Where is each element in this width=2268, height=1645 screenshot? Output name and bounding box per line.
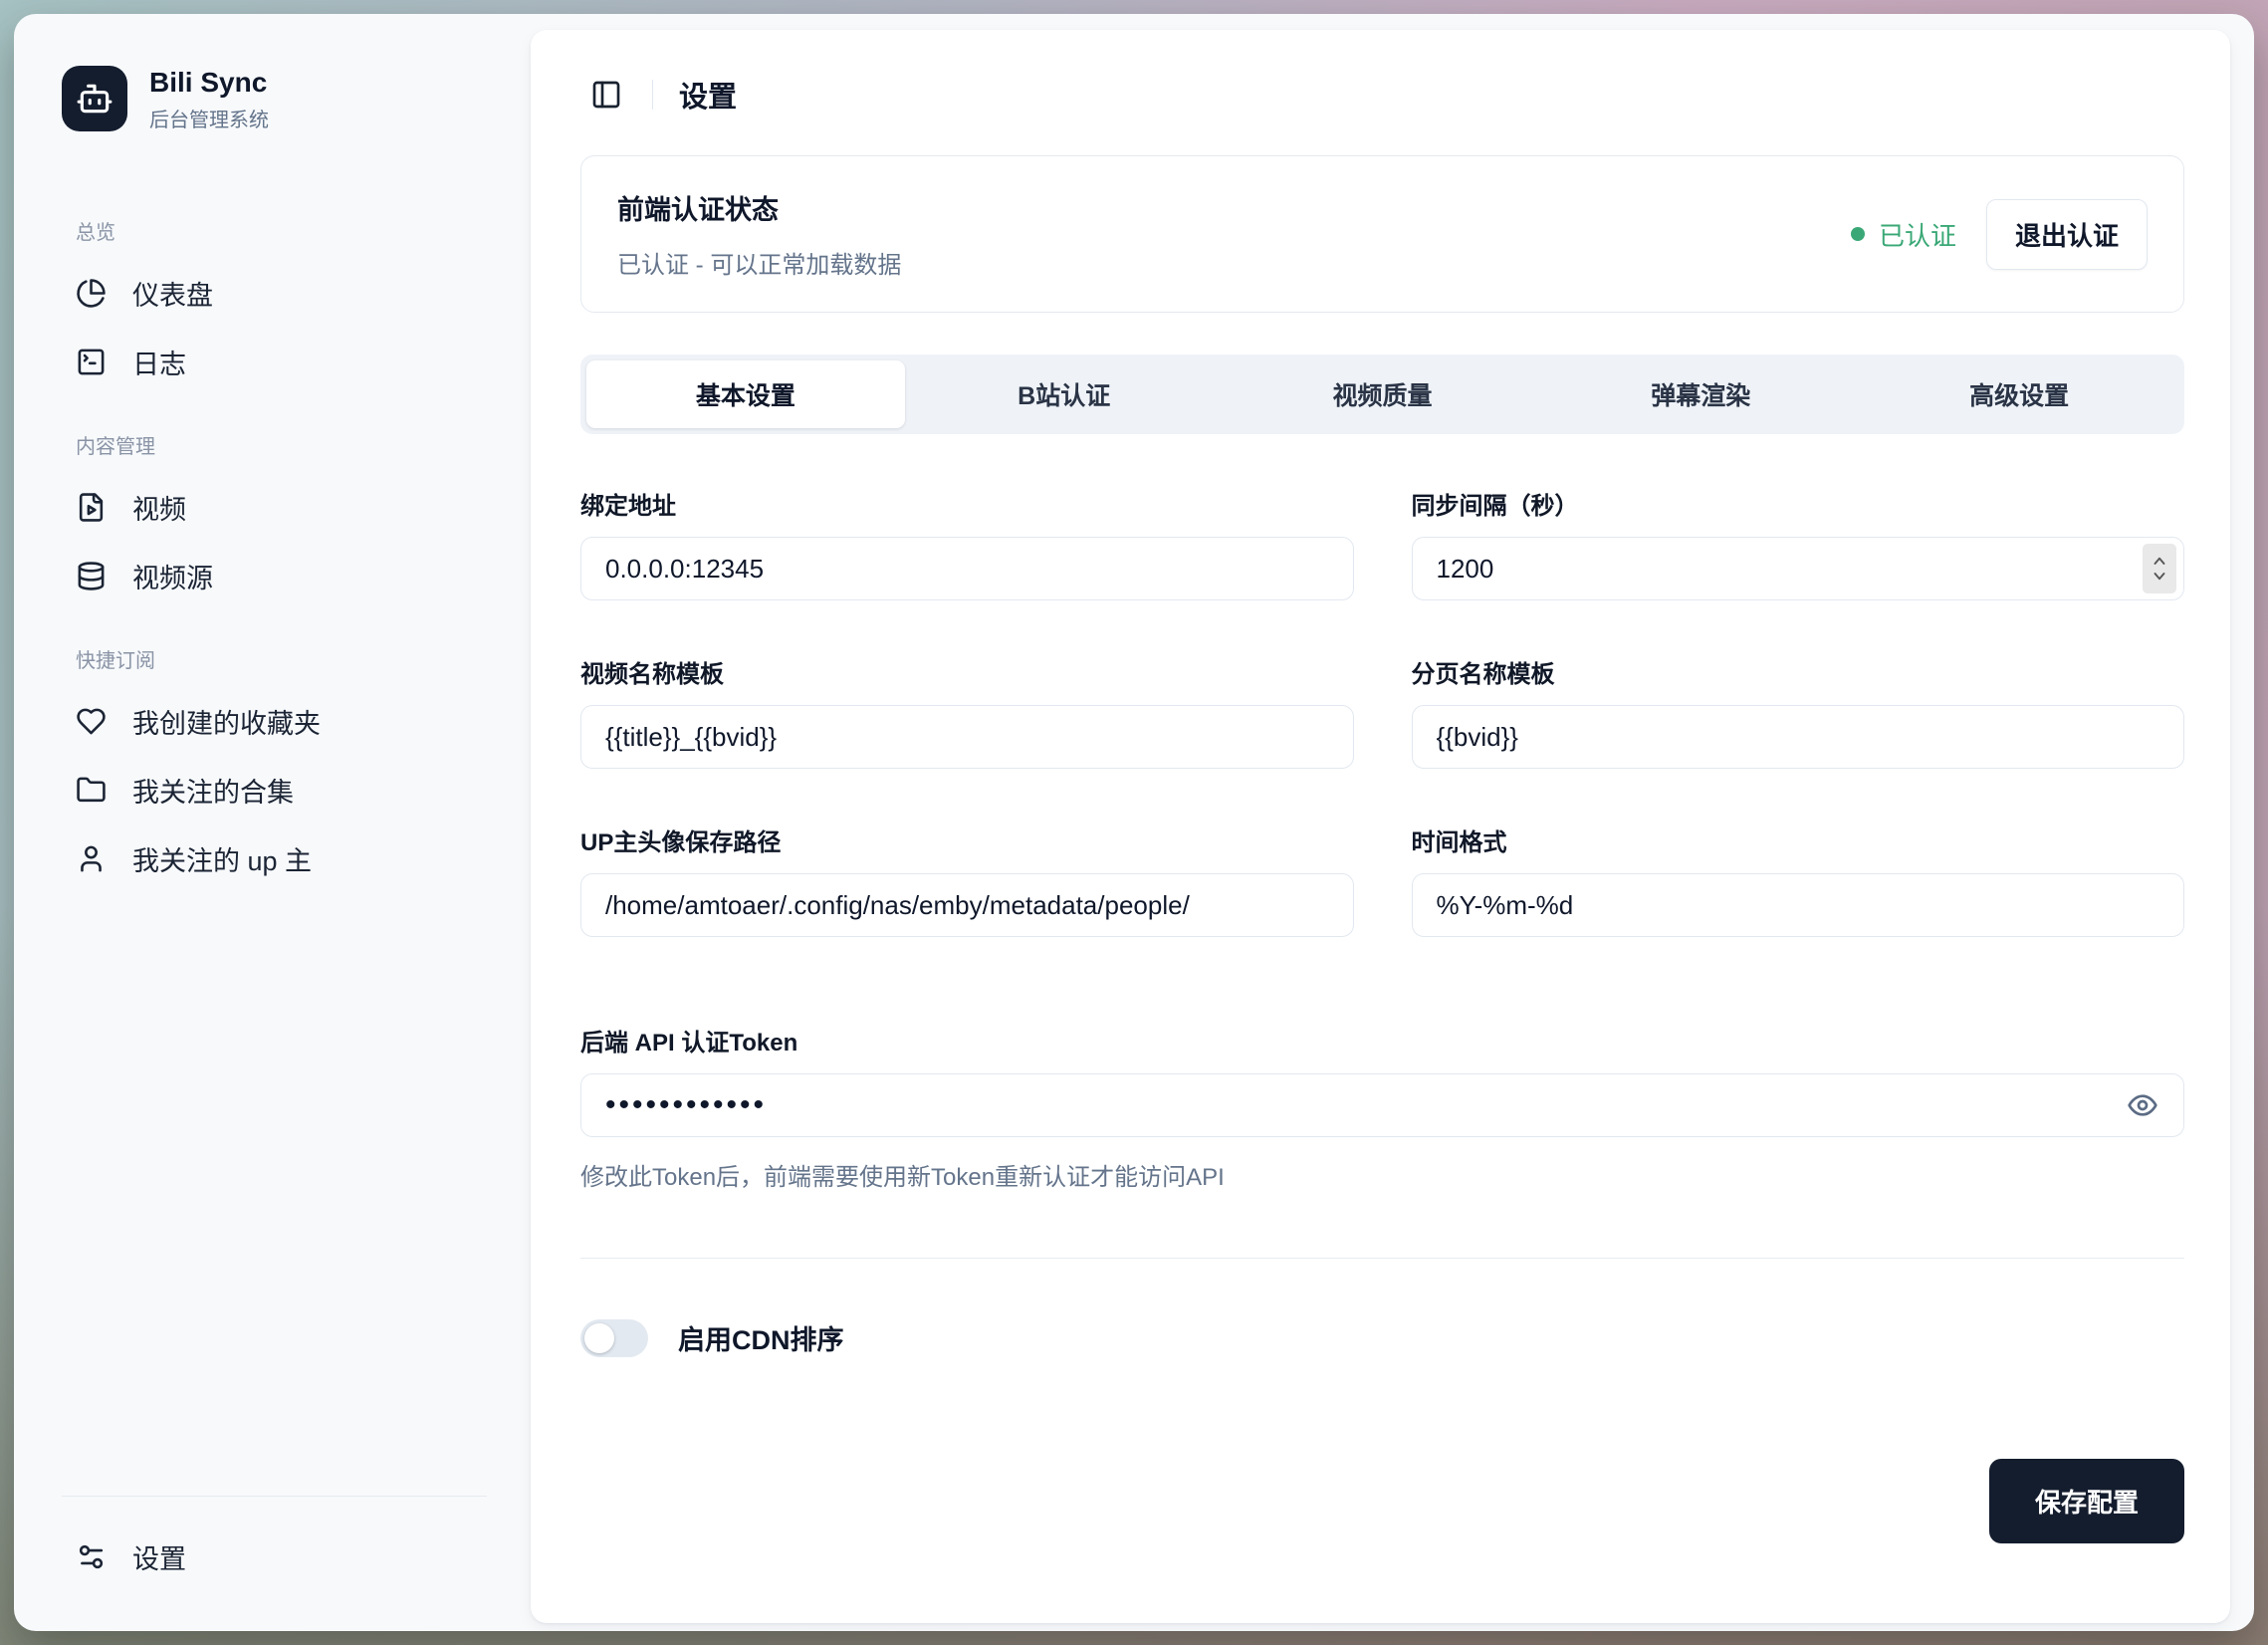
- sidebar-item-label: 视频源: [132, 557, 213, 595]
- sidebar-item-settings[interactable]: 设置: [62, 1523, 487, 1591]
- sidebar-item-label: 日志: [132, 343, 186, 381]
- pie-chart-icon: [76, 278, 107, 309]
- time-format-input[interactable]: [1412, 873, 2185, 937]
- chevron-down-icon: [2151, 570, 2168, 584]
- heart-icon: [76, 706, 107, 737]
- bot-logo-icon: [62, 66, 127, 131]
- sidebar-section-content: 内容管理: [76, 430, 487, 459]
- header-divider: [652, 80, 653, 110]
- sidebar-item-label: 设置: [132, 1537, 186, 1576]
- sidebar-item-dashboard[interactable]: 仪表盘: [62, 259, 487, 328]
- logout-auth-button[interactable]: 退出认证: [1986, 199, 2148, 270]
- bind-address-label: 绑定地址: [580, 486, 1354, 521]
- sidebar-item-label: 我创建的收藏夹: [132, 702, 321, 741]
- sidebar-item-label: 仪表盘: [132, 274, 213, 313]
- save-row: 保存配置: [580, 1399, 2184, 1543]
- avatar-path-input[interactable]: [580, 873, 1354, 937]
- page-title: 设置: [679, 74, 737, 116]
- terminal-icon: [76, 347, 107, 377]
- settings-icon: [76, 1541, 107, 1572]
- tab-basic-settings[interactable]: 基本设置: [586, 360, 905, 428]
- toggle-knob: [584, 1323, 614, 1353]
- api-token-hint: 修改此Token后，前端需要使用新Token重新认证才能访问API: [580, 1157, 2184, 1192]
- settings-tabs: 基本设置 B站认证 视频质量 弹幕渲染 高级设置: [580, 354, 2184, 434]
- video-name-template-input[interactable]: [580, 705, 1354, 769]
- folder-icon: [76, 775, 107, 806]
- tab-advanced-settings[interactable]: 高级设置: [1860, 360, 2178, 428]
- tab-bilibili-auth[interactable]: B站认证: [905, 360, 1224, 428]
- database-icon: [76, 561, 107, 591]
- auth-card-subtitle: 已认证 - 可以正常加载数据: [617, 245, 901, 280]
- file-video-icon: [76, 492, 107, 523]
- api-token-section: 后端 API 认证Token 修改此Token后，前端需要使用新Token重新认…: [580, 1023, 2184, 1192]
- sidebar-item-uploaders[interactable]: 我关注的 up 主: [62, 824, 487, 893]
- cdn-toggle-row: 启用CDN排序: [580, 1318, 2184, 1357]
- cdn-sorting-toggle[interactable]: [580, 1319, 648, 1357]
- panel-left-icon: [590, 79, 622, 111]
- api-token-input[interactable]: [580, 1073, 2184, 1137]
- sync-interval-input[interactable]: [1412, 537, 2185, 600]
- auth-status-badge: 已认证: [1851, 216, 1956, 253]
- sidebar-item-label: 我关注的合集: [132, 771, 294, 810]
- sidebar-item-collections[interactable]: 我关注的合集: [62, 756, 487, 824]
- video-name-template-label: 视频名称模板: [580, 654, 1354, 689]
- sidebar-item-favorites[interactable]: 我创建的收藏夹: [62, 687, 487, 756]
- sidebar-item-video-sources[interactable]: 视频源: [62, 542, 487, 610]
- sidebar-section-overview: 总览: [76, 216, 487, 245]
- sidebar-footer: 设置: [62, 1496, 487, 1591]
- cdn-toggle-label: 启用CDN排序: [678, 1318, 844, 1357]
- sidebar: Bili Sync 后台管理系统 总览 仪表盘 日志 内容管理 视频: [14, 14, 531, 1631]
- page-name-template-label: 分页名称模板: [1412, 654, 2185, 689]
- user-icon: [76, 843, 107, 874]
- sync-interval-label: 同步间隔（秒）: [1412, 486, 2185, 521]
- number-stepper[interactable]: [2143, 544, 2176, 593]
- eye-icon: [2127, 1089, 2158, 1121]
- auth-card-title: 前端认证状态: [617, 188, 901, 227]
- basic-settings-form: 绑定地址 同步间隔（秒） 视频名称模板: [580, 486, 2184, 937]
- toggle-token-visibility-button[interactable]: [2127, 1089, 2158, 1121]
- app-window: Bili Sync 后台管理系统 总览 仪表盘 日志 内容管理 视频: [14, 14, 2254, 1631]
- time-format-label: 时间格式: [1412, 822, 2185, 857]
- status-dot-icon: [1851, 227, 1865, 241]
- main-area: 设置 前端认证状态 已认证 - 可以正常加载数据 已认证 退出认证 基本设置 B…: [531, 14, 2254, 1631]
- main-card: 设置 前端认证状态 已认证 - 可以正常加载数据 已认证 退出认证 基本设置 B…: [531, 30, 2230, 1623]
- section-divider: [580, 1258, 2184, 1259]
- sidebar-section-subscriptions: 快捷订阅: [76, 644, 487, 673]
- auth-status-card: 前端认证状态 已认证 - 可以正常加载数据 已认证 退出认证: [580, 155, 2184, 313]
- sidebar-item-label: 我关注的 up 主: [132, 839, 312, 878]
- status-text: 已认证: [1879, 216, 1956, 253]
- chevron-up-icon: [2151, 554, 2168, 568]
- api-token-label: 后端 API 认证Token: [580, 1023, 2184, 1058]
- page-header: 设置: [580, 56, 2184, 155]
- sidebar-toggle-button[interactable]: [586, 75, 626, 115]
- app-subtitle: 后台管理系统: [149, 104, 269, 132]
- sidebar-item-logs[interactable]: 日志: [62, 328, 487, 396]
- sidebar-item-videos[interactable]: 视频: [62, 473, 487, 542]
- tab-video-quality[interactable]: 视频质量: [1224, 360, 1542, 428]
- sidebar-item-label: 视频: [132, 488, 186, 527]
- bind-address-input[interactable]: [580, 537, 1354, 600]
- app-name: Bili Sync: [149, 66, 269, 100]
- page-name-template-input[interactable]: [1412, 705, 2185, 769]
- avatar-path-label: UP主头像保存路径: [580, 822, 1354, 857]
- tab-danmaku-render[interactable]: 弹幕渲染: [1541, 360, 1860, 428]
- app-logo-block: Bili Sync 后台管理系统: [62, 66, 487, 132]
- save-config-button[interactable]: 保存配置: [1989, 1459, 2184, 1543]
